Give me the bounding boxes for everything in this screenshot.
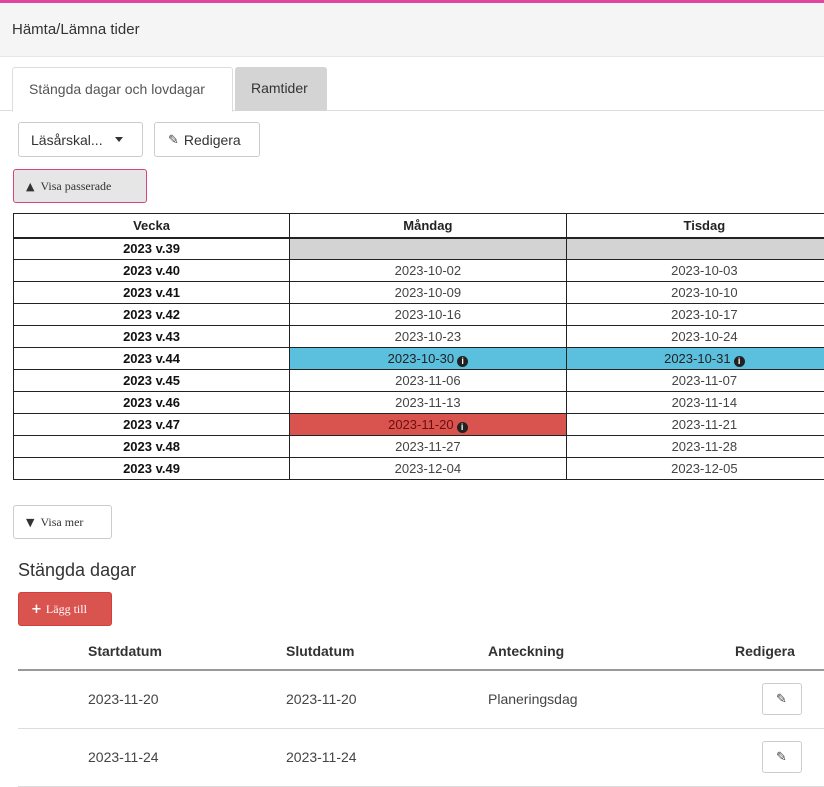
- week-cell: 2023 v.41: [14, 282, 290, 304]
- table-row: 2023 v.42 2023-10-16 2023-10-17: [14, 304, 824, 326]
- column-header-monday: Måndag: [290, 214, 567, 238]
- panel-heading: Hämta/Lämna tider: [0, 3, 824, 57]
- tab-closed-days[interactable]: Stängda dagar och lovdagar: [12, 67, 233, 112]
- date-cell[interactable]: 2023-10-03: [566, 260, 824, 282]
- date-cell[interactable]: 2023-12-04: [290, 458, 567, 480]
- column-header-start: Startdatum: [18, 632, 286, 670]
- table-row: 2023-11-24 2023-11-24 ✎: [18, 728, 824, 786]
- chevron-down-icon: ▼: [26, 516, 34, 529]
- date-cell[interactable]: 2023-10-16: [290, 304, 567, 326]
- column-header-tuesday: Tisdag: [566, 214, 824, 238]
- table-row: 2023 v.44 2023-10-30i 2023-10-31i: [14, 348, 824, 370]
- show-passed-label: Visa passerade: [40, 179, 111, 194]
- column-header-edit: Redigera: [735, 632, 824, 670]
- date-cell[interactable]: 2023-10-23: [290, 326, 567, 348]
- table-row: 2023 v.41 2023-10-09 2023-10-10: [14, 282, 824, 304]
- date-cell[interactable]: 2023-11-21: [566, 414, 824, 436]
- edit-cell: ✎: [735, 728, 824, 786]
- closed-days-title: Stängda dagar: [18, 560, 136, 581]
- week-cell: 2023 v.40: [14, 260, 290, 282]
- date-cell[interactable]: 2023-10-24: [566, 326, 824, 348]
- date-cell[interactable]: 2023-10-09: [290, 282, 567, 304]
- date-cell[interactable]: 2023-10-17: [566, 304, 824, 326]
- date-text: 2023-11-20: [388, 417, 454, 432]
- date-text: 2023-10-30: [388, 351, 455, 366]
- add-button-label: Lägg till: [46, 602, 87, 617]
- table-row: 2023 v.46 2023-11-13 2023-11-14: [14, 392, 824, 414]
- edit-row-button[interactable]: ✎: [762, 741, 802, 773]
- date-text: 2023-10-31: [664, 351, 731, 366]
- table-row: 2023 v.39: [14, 238, 824, 260]
- end-date-cell: 2023-11-20: [286, 670, 488, 728]
- date-cell[interactable]: 2023-11-06: [290, 370, 567, 392]
- info-icon[interactable]: i: [734, 356, 745, 367]
- week-cell: 2023 v.43: [14, 326, 290, 348]
- date-cell[interactable]: 2023-11-14: [566, 392, 824, 414]
- show-passed-button[interactable]: ▲ Visa passerade: [13, 169, 147, 203]
- table-row: 2023 v.45 2023-11-06 2023-11-07: [14, 370, 824, 392]
- table-row: 2023 v.49 2023-12-04 2023-12-05: [14, 458, 824, 480]
- edit-icon: ✎: [168, 132, 179, 148]
- week-cell: 2023 v.48: [14, 436, 290, 458]
- date-cell: [290, 238, 567, 260]
- table-row: 2023 v.47 2023-11-20i 2023-11-21: [14, 414, 824, 436]
- note-cell: Planeringsdag: [488, 670, 735, 728]
- table-row: 2023 v.40 2023-10-02 2023-10-03: [14, 260, 824, 282]
- column-header-week: Vecka: [14, 214, 290, 238]
- date-cell-holiday[interactable]: 2023-10-30i: [290, 348, 567, 370]
- start-date-cell: 2023-11-24: [18, 728, 286, 786]
- column-header-note: Anteckning: [488, 632, 735, 670]
- edit-cell: ✎: [735, 670, 824, 728]
- plus-icon: +: [31, 602, 42, 617]
- date-cell[interactable]: 2023-11-07: [566, 370, 824, 392]
- date-cell-holiday[interactable]: 2023-10-31i: [566, 348, 824, 370]
- week-cell: 2023 v.49: [14, 458, 290, 480]
- show-more-button[interactable]: ▼ Visa mer: [13, 505, 112, 539]
- week-cell: 2023 v.45: [14, 370, 290, 392]
- week-table: Vecka Måndag Tisdag 2023 v.39 2023 v.40 …: [13, 213, 824, 480]
- start-date-cell: 2023-11-20: [18, 670, 286, 728]
- caret-down-icon: [115, 137, 123, 142]
- column-header-end: Slutdatum: [286, 632, 488, 670]
- chevron-up-icon: ▲: [26, 180, 34, 193]
- date-cell[interactable]: 2023-10-02: [290, 260, 567, 282]
- table-row: 2023 v.43 2023-10-23 2023-10-24: [14, 326, 824, 348]
- date-cell-closed[interactable]: 2023-11-20i: [290, 414, 567, 436]
- table-row: 2023-11-20 2023-11-20 Planeringsdag ✎: [18, 670, 824, 728]
- week-cell: 2023 v.44: [14, 348, 290, 370]
- tab-bar: Stängda dagar och lovdagar Ramtider: [0, 67, 824, 111]
- date-cell[interactable]: 2023-11-28: [566, 436, 824, 458]
- edit-button[interactable]: ✎ Redigera: [154, 122, 260, 157]
- edit-row-button[interactable]: ✎: [762, 683, 802, 715]
- date-cell[interactable]: 2023-12-05: [566, 458, 824, 480]
- panel-title: Hämta/Lämna tider: [12, 21, 140, 38]
- week-table-header: Vecka Måndag Tisdag: [14, 214, 824, 238]
- info-icon[interactable]: i: [457, 356, 468, 367]
- school-calendar-dropdown-label: Läsårskal...: [31, 132, 103, 148]
- date-cell[interactable]: 2023-11-27: [290, 436, 567, 458]
- school-calendar-dropdown[interactable]: Läsårskal...: [18, 122, 143, 157]
- show-more-label: Visa mer: [40, 515, 83, 530]
- tab-frame-times[interactable]: Ramtider: [235, 67, 327, 111]
- date-cell: [566, 238, 824, 260]
- add-closed-day-button[interactable]: + Lägg till: [18, 592, 112, 626]
- edit-button-label: Redigera: [184, 132, 241, 148]
- note-cell: [488, 728, 735, 786]
- closed-days-header: Startdatum Slutdatum Anteckning Redigera: [18, 632, 824, 670]
- table-row: 2023 v.48 2023-11-27 2023-11-28: [14, 436, 824, 458]
- week-cell: 2023 v.47: [14, 414, 290, 436]
- end-date-cell: 2023-11-24: [286, 728, 488, 786]
- date-cell[interactable]: 2023-11-13: [290, 392, 567, 414]
- closed-days-table: Startdatum Slutdatum Anteckning Redigera…: [18, 632, 824, 787]
- week-cell: 2023 v.39: [14, 238, 290, 260]
- date-cell[interactable]: 2023-10-10: [566, 282, 824, 304]
- info-icon[interactable]: i: [457, 422, 468, 433]
- week-cell: 2023 v.46: [14, 392, 290, 414]
- week-cell: 2023 v.42: [14, 304, 290, 326]
